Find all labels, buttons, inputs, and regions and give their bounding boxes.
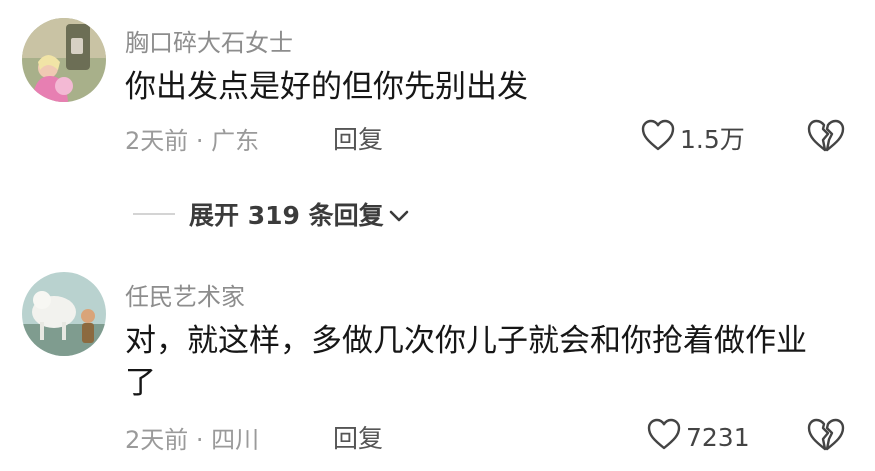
username[interactable]: 任民艺术家 [125, 277, 245, 312]
heart-outline-icon [640, 118, 676, 158]
dislike-button[interactable] [806, 118, 846, 158]
broken-heart-icon [806, 118, 846, 158]
dislike-button[interactable] [806, 417, 846, 457]
reply-button[interactable]: 回复 [333, 120, 383, 156]
chevron-down-icon [388, 200, 410, 229]
avatar-image [22, 272, 106, 356]
avatar[interactable] [22, 18, 106, 102]
comment-text: 对，就这样，多做几次你儿子就会和你抢着做作业了 [125, 323, 807, 401]
comment-time-location: 2天前 · 广东 [125, 127, 260, 155]
like-count: 1.5万 [680, 125, 745, 154]
like-button[interactable]: 1.5万 [640, 118, 745, 158]
divider-line [133, 213, 175, 215]
reply-button[interactable]: 回复 [333, 419, 383, 455]
heart-outline-icon [646, 417, 682, 457]
username[interactable]: 胸口碎大石女士 [125, 23, 293, 58]
broken-heart-icon [806, 417, 846, 457]
like-count: 7231 [686, 422, 750, 452]
expand-replies-button[interactable]: 展开 319 条回复 [133, 196, 410, 232]
comment-text: 你出发点是好的但你先别出发 [125, 69, 528, 105]
like-button[interactable]: 7231 [646, 417, 750, 457]
comment-time-location: 2天前 · 四川 [125, 426, 260, 454]
expand-replies-label: 展开 319 条回复 [189, 201, 384, 230]
avatar[interactable] [22, 272, 106, 356]
comment-item: 任民艺术家 对，就这样，多做几次你儿子就会和你抢着做作业了 2天前 · 四川 回… [0, 260, 875, 471]
avatar-image [22, 18, 106, 102]
comment-item: 胸口碎大石女士 你出发点是好的但你先别出发 2天前 · 广东 回复 1.5万 [0, 0, 875, 190]
